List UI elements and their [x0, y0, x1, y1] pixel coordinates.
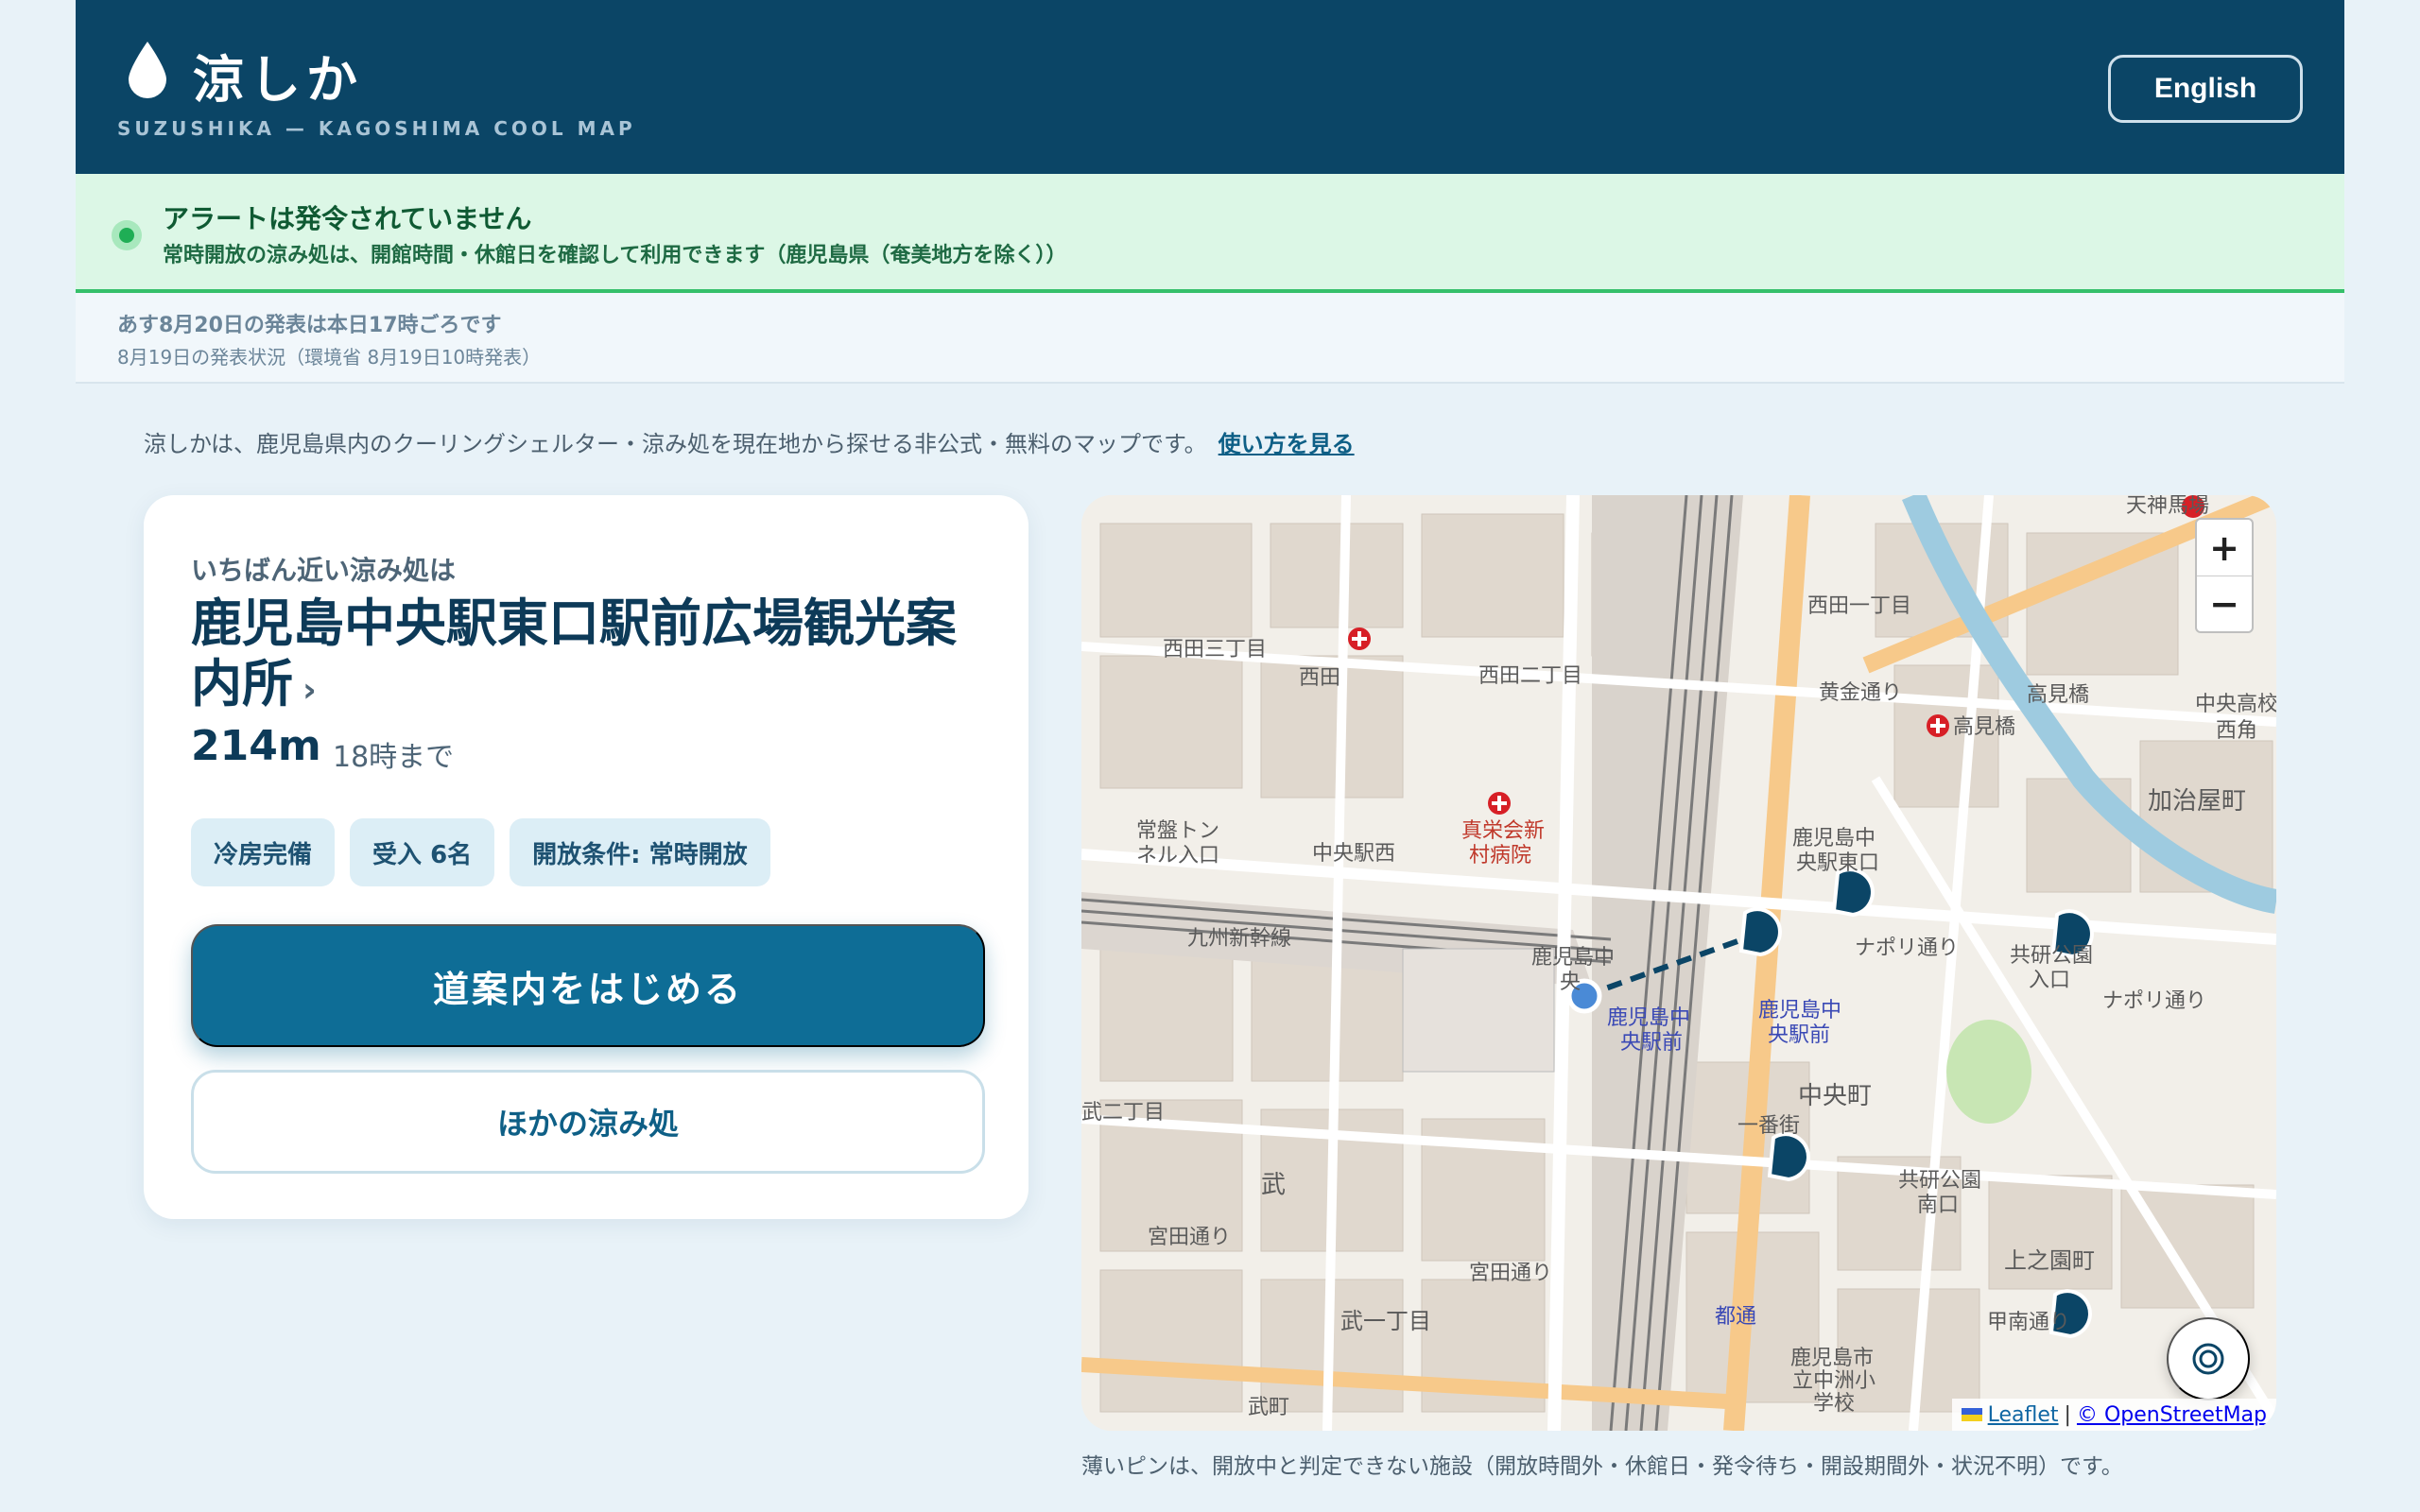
svg-text:鹿児島中: 鹿児島中	[1531, 946, 1615, 970]
svg-text:天神馬場: 天神馬場	[2126, 495, 2209, 518]
svg-text:九州新幹線: 九州新幹線	[1187, 927, 1291, 951]
zoom-in-button[interactable]: +	[2197, 520, 2252, 576]
attribution-separator: |	[2064, 1402, 2071, 1427]
start-navigation-button[interactable]: 道案内をはじめる	[191, 924, 985, 1047]
nearest-shelter-card: いちばん近い涼み処は 鹿児島中央駅東口駅前広場観光案内所 › 214m 18時まで…	[144, 495, 1028, 1219]
release-notice: あす8月20日の発表は本日17時ごろです 8月19日の発表状況（環境省 8月19…	[76, 293, 2344, 384]
shelter-name-link[interactable]: 鹿児島中央駅東口駅前広場観光案内所 ›	[191, 593, 994, 721]
svg-text:真栄会新: 真栄会新	[1461, 819, 1545, 843]
osm-link[interactable]: © OpenStreetMap	[2077, 1403, 2267, 1427]
svg-text:立中洲小: 立中洲小	[1792, 1369, 1876, 1393]
svg-text:黄金通り: 黄金通り	[1819, 681, 1902, 705]
shelter-hours: 18時まで	[333, 741, 455, 774]
alert-description: 常時開放の涼み処は、開館時間・休館日を確認して利用できます（鹿児島県（奄美地方を…	[163, 244, 1067, 267]
svg-text:中央高校: 中央高校	[2195, 693, 2276, 716]
release-status-text: 8月19日の発表状況（環境省 8月19日10時発表）	[117, 346, 542, 369]
svg-text:武一丁目: 武一丁目	[1340, 1308, 1431, 1334]
svg-text:武町: 武町	[1248, 1396, 1289, 1419]
svg-text:宮田通り: 宮田通り	[1148, 1226, 1231, 1249]
svg-text:西角: 西角	[2216, 719, 2257, 743]
svg-text:宮田通り: 宮田通り	[1469, 1262, 1552, 1285]
other-shelters-button[interactable]: ほかの涼み処	[191, 1070, 985, 1174]
svg-text:鹿児島市: 鹿児島市	[1790, 1347, 1874, 1370]
svg-text:都通: 都通	[1715, 1305, 1756, 1329]
svg-text:上之園町: 上之園町	[2004, 1247, 2095, 1274]
svg-text:中央駅西: 中央駅西	[1312, 842, 1395, 866]
svg-text:鹿児島中: 鹿児島中	[1792, 827, 1876, 850]
alert-status-indicator	[112, 220, 142, 250]
svg-text:共研公園: 共研公園	[1898, 1169, 1981, 1193]
leaflet-link[interactable]: Leaflet	[1988, 1403, 2059, 1427]
svg-text:西田三丁目: 西田三丁目	[1163, 638, 1267, 662]
zoom-out-button[interactable]: −	[2197, 576, 2252, 631]
alert-banner: アラートは発令されていません 常時開放の涼み処は、開館時間・休館日を確認して利用…	[76, 174, 2344, 293]
shelter-pin	[1831, 868, 1875, 918]
map-view[interactable]: 天神馬場 西田三丁目 西田 西田二丁目 西田一丁目 黄金通り 高見橋 高見橋 加…	[1081, 495, 2276, 1431]
shelter-distance: 214m	[191, 722, 321, 770]
intro-description: 涼しかは、鹿児島県内のクーリングシェルター・涼み処を現在地から探せる非公式・無料…	[144, 431, 1207, 457]
shelter-pin	[1767, 1132, 1810, 1182]
chip-air-conditioning: 冷房完備	[191, 818, 336, 886]
svg-text:入口: 入口	[2029, 969, 2070, 992]
locate-icon	[2192, 1343, 2224, 1375]
svg-text:央駅東口: 央駅東口	[1796, 851, 1879, 875]
svg-text:央駅前: 央駅前	[1620, 1031, 1683, 1055]
app-subtitle: SUZUSHIKA — KAGOSHIMA COOL MAP	[117, 117, 636, 140]
next-release-text: あす8月20日の発表は本日17時ごろです	[117, 314, 502, 337]
svg-text:常盤トン: 常盤トン	[1136, 819, 1219, 843]
nearest-label: いちばん近い涼み処は	[191, 555, 457, 586]
svg-text:西田二丁目: 西田二丁目	[1478, 664, 1582, 688]
svg-text:共研公園: 共研公園	[2010, 944, 2093, 968]
svg-text:一番街: 一番街	[1737, 1114, 1800, 1138]
svg-text:央: 央	[1560, 971, 1581, 994]
how-to-use-link[interactable]: 使い方を見る	[1219, 431, 1355, 457]
svg-text:加治屋町: 加治屋町	[2148, 787, 2246, 816]
map-legend-note: 薄いピンは、開放中と判定できない施設（開放時間外・休館日・発令待ち・開設期間外・…	[1081, 1454, 2123, 1479]
locate-me-button[interactable]	[2167, 1317, 2250, 1400]
shelter-pin	[1738, 907, 1782, 957]
map-tiles: 天神馬場 西田三丁目 西田 西田二丁目 西田一丁目 黄金通り 高見橋 高見橋 加…	[1081, 495, 2276, 1431]
svg-text:武: 武	[1261, 1171, 1286, 1199]
svg-text:西田: 西田	[1299, 666, 1340, 690]
zoom-control: + −	[2195, 518, 2254, 633]
svg-text:武二丁目: 武二丁目	[1081, 1101, 1165, 1125]
svg-text:村病院: 村病院	[1469, 844, 1531, 868]
svg-text:ナポリ通り: ナポリ通り	[2102, 989, 2206, 1013]
app-title: 涼しか	[193, 50, 363, 110]
language-toggle-button[interactable]: English	[2108, 55, 2303, 123]
svg-text:中央町: 中央町	[1798, 1082, 1872, 1110]
shelter-feature-chips: 冷房完備 受入 6名 開放条件: 常時開放	[191, 818, 770, 886]
ukraine-flag-icon	[1961, 1408, 1982, 1421]
svg-text:鹿児島中: 鹿児島中	[1758, 999, 1841, 1022]
app-header: 涼しか SUZUSHIKA — KAGOSHIMA COOL MAP Engli…	[76, 0, 2344, 174]
svg-text:ナポリ通り: ナポリ通り	[1855, 936, 1959, 960]
chip-capacity: 受入 6名	[350, 818, 495, 886]
svg-text:甲南通り: 甲南通り	[1987, 1311, 2070, 1334]
svg-text:ネル入口: ネル入口	[1136, 844, 1219, 868]
chevron-right-icon: ›	[302, 671, 317, 710]
map-attribution: Leaflet | © OpenStreetMap	[1951, 1399, 2276, 1431]
intro-text: 涼しかは、鹿児島県内のクーリングシェルター・涼み処を現在地から探せる非公式・無料…	[144, 425, 1355, 458]
svg-text:学校: 学校	[1813, 1392, 1855, 1416]
water-drop-icon	[129, 42, 166, 98]
svg-text:西田一丁目: 西田一丁目	[1807, 594, 1911, 618]
svg-text:南口: 南口	[1917, 1194, 1959, 1217]
svg-text:高見橋: 高見橋	[1953, 715, 2015, 739]
svg-text:央駅前: 央駅前	[1768, 1023, 1830, 1047]
svg-text:高見橋: 高見橋	[2027, 683, 2089, 707]
alert-title: アラートは発令されていません	[163, 203, 532, 234]
svg-text:鹿児島中: 鹿児島中	[1607, 1006, 1690, 1030]
chip-open-condition: 開放条件: 常時開放	[510, 818, 770, 886]
